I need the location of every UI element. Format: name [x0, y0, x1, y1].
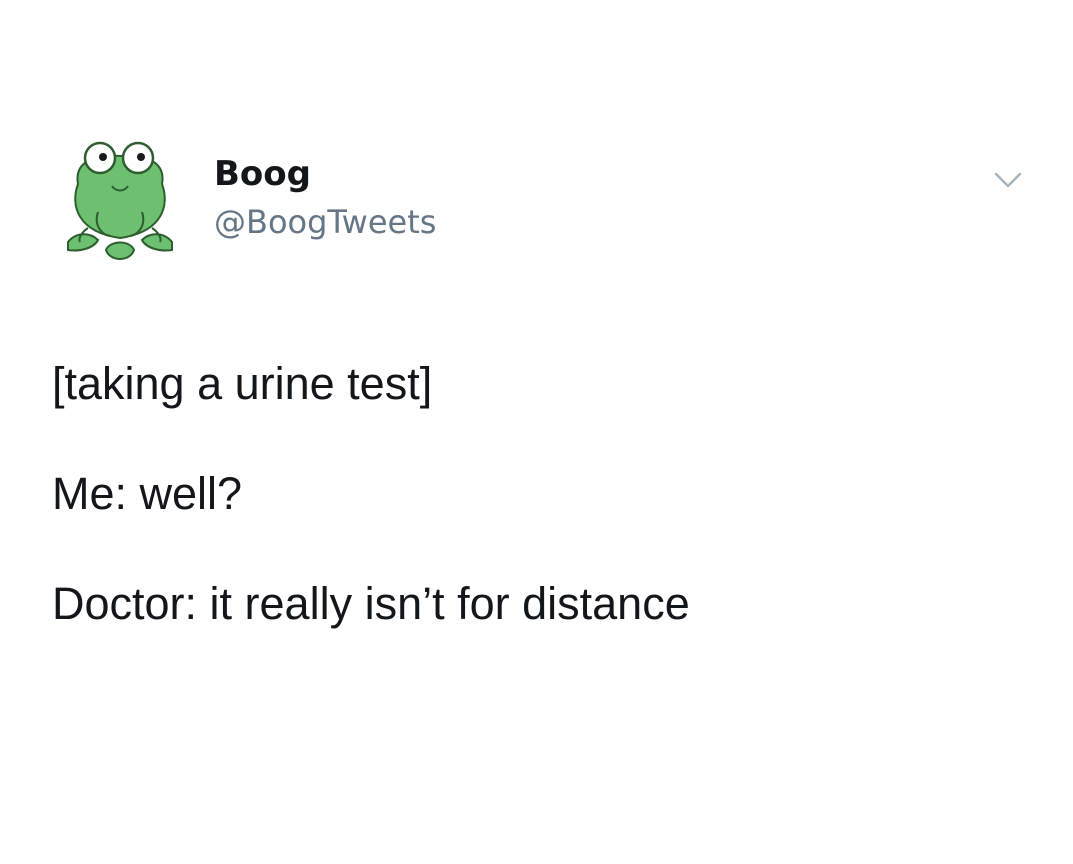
author-display-name[interactable]: Boog — [214, 152, 436, 196]
chevron-down-icon[interactable] — [988, 160, 1028, 200]
tweet-text-line: [taking a urine test] — [52, 358, 433, 409]
tweet-author[interactable]: Boog @BoogTweets — [214, 152, 436, 242]
author-handle[interactable]: @BoogTweets — [214, 202, 436, 242]
tweet-text: [taking a urine test] Me: well? Doctor: … — [52, 356, 1032, 686]
tweet-text-line: Me: well? — [52, 468, 243, 519]
tweet-text-line: Doctor: it really isn’t for distance — [52, 578, 690, 629]
frog-avatar-icon[interactable] — [58, 132, 182, 272]
tweet-card: Boog @BoogTweets [taking a urine test] M… — [0, 0, 1073, 864]
